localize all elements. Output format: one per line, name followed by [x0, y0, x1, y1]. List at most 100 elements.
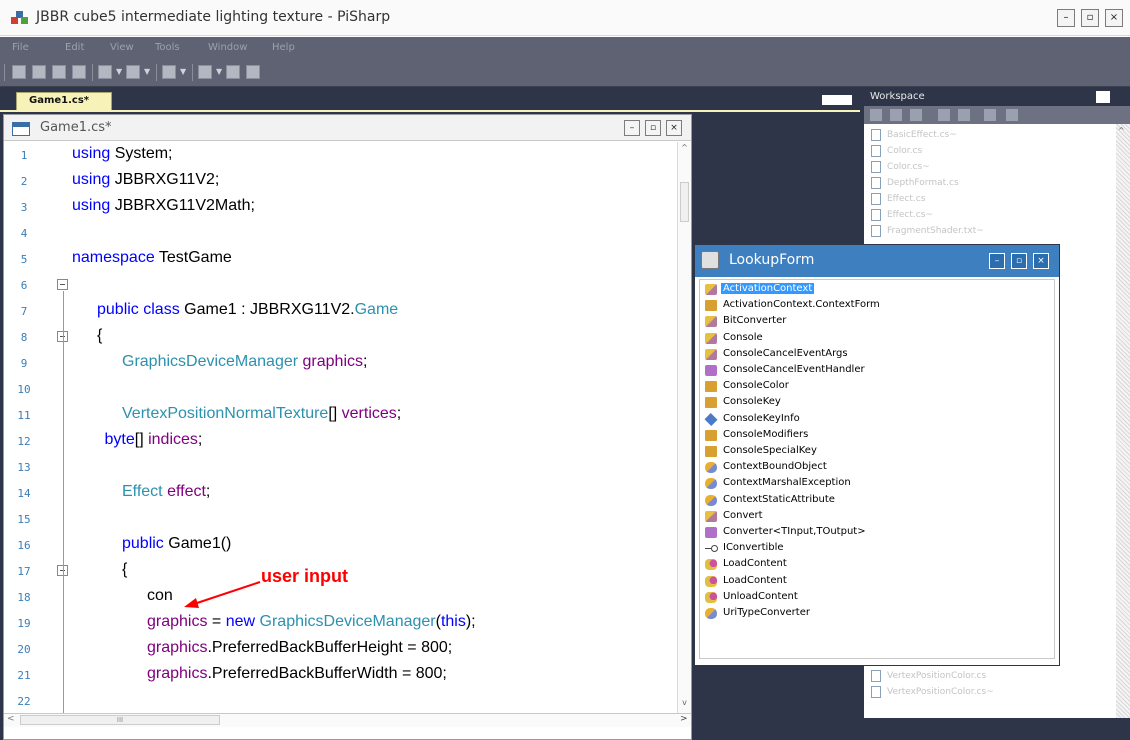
debug-icon[interactable] [162, 65, 176, 79]
folder-icon[interactable] [910, 109, 922, 121]
view-code-icon[interactable] [958, 109, 970, 121]
code-line[interactable]: 4 [4, 220, 677, 246]
editor-vscroll-thumb[interactable] [680, 182, 689, 222]
lookup-item[interactable]: ConsoleCancelEventHandler [703, 363, 1053, 379]
code-line[interactable]: 11 VertexPositionNormalTexture[] vertices… [4, 402, 677, 428]
lookup-item[interactable]: ContextMarshalException [703, 476, 1053, 492]
code-line[interactable]: 20 graphics.PreferredBackBufferHeight = 8… [4, 636, 677, 662]
menu-tools[interactable]: Tools [155, 42, 180, 53]
code-line[interactable]: 6{ [4, 272, 677, 298]
lookup-item[interactable]: Convert [703, 509, 1053, 525]
line-number: 2 [20, 175, 28, 188]
save-all-icon[interactable] [72, 65, 86, 79]
editor-maximize-button[interactable]: ▫ [645, 120, 661, 136]
run-icon[interactable] [126, 65, 140, 79]
lookup-item[interactable]: ConsoleCancelEventArgs [703, 347, 1053, 363]
lookup-item[interactable]: ConsoleSpecialKey [703, 444, 1053, 460]
lookup-item[interactable]: ConsoleKey [703, 395, 1053, 411]
lookup-item[interactable]: Console [703, 331, 1053, 347]
open-file-icon[interactable] [32, 65, 46, 79]
lookup-item[interactable]: IConvertible [703, 541, 1053, 557]
menu-file[interactable]: File [12, 42, 29, 53]
workspace-title: Workspace [864, 88, 1130, 106]
maximize-button[interactable]: ▫ [1081, 9, 1099, 27]
build-icon[interactable] [98, 65, 112, 79]
menu-help[interactable]: Help [272, 42, 295, 53]
code-line[interactable]: 15 [4, 506, 677, 532]
workspace-close-button[interactable] [1096, 91, 1110, 103]
code-line[interactable]: 18 con [4, 584, 677, 610]
code-line[interactable]: 8{ [4, 324, 677, 350]
lookup-item[interactable]: UnloadContent [703, 590, 1053, 606]
menu-window[interactable]: Window [208, 42, 247, 53]
lookup-minimize-button[interactable]: – [989, 253, 1005, 269]
lookup-item[interactable]: ConsoleModifiers [703, 428, 1053, 444]
workspace-scrollbar[interactable]: ^ [1116, 124, 1130, 718]
help-icon[interactable] [246, 65, 260, 79]
new-file-icon[interactable] [12, 65, 26, 79]
code-line[interactable]: 13 [4, 454, 677, 480]
build-project-icon[interactable] [1006, 109, 1018, 121]
lookup-item[interactable]: LoadContent [703, 557, 1053, 573]
scroll-left-arrow-icon[interactable]: < [7, 714, 15, 724]
fold-collapse-icon[interactable] [57, 279, 68, 290]
lookup-close-button[interactable]: × [1033, 253, 1049, 269]
dropdown-arrow-icon[interactable]: ▼ [116, 67, 122, 76]
scroll-down-arrow-icon[interactable]: v [679, 698, 690, 709]
add-file-icon[interactable] [890, 109, 902, 121]
code-line[interactable]: 16 public Game1() [4, 532, 677, 558]
scroll-right-arrow-icon[interactable]: > [680, 714, 688, 724]
dropdown-arrow-icon[interactable]: ▼ [216, 67, 222, 76]
lookup-item[interactable]: ConsoleKeyInfo [703, 412, 1053, 428]
code-text: { [97, 327, 102, 345]
dropdown-arrow-icon[interactable]: ▼ [180, 67, 186, 76]
code-token: GraphicsDeviceManager [259, 613, 436, 630]
lookup-item[interactable]: ConsoleColor [703, 379, 1053, 395]
dropdown-arrow-icon[interactable]: ▼ [144, 67, 150, 76]
editor-hscroll-thumb[interactable]: III [20, 715, 220, 725]
lookup-item[interactable]: ContextStaticAttribute [703, 493, 1053, 509]
code-line[interactable]: 9 GraphicsDeviceManager graphics; [4, 350, 677, 376]
code-line[interactable]: 7 public class Game1 : JBBRXG11V2.Game [4, 298, 677, 324]
editor-minimize-button[interactable]: – [624, 120, 640, 136]
menu-view[interactable]: View [110, 42, 134, 53]
code-token: ; [396, 405, 402, 422]
menu-edit[interactable]: Edit [65, 42, 84, 53]
minimize-button[interactable]: – [1057, 9, 1075, 27]
scroll-up-arrow-icon[interactable]: ^ [679, 143, 690, 154]
code-line[interactable]: 12 byte[] indices; [4, 428, 677, 454]
code-line[interactable]: 21 graphics.PreferredBackBufferWidth = 80… [4, 662, 677, 688]
refresh-icon[interactable] [870, 109, 882, 121]
scroll-up-arrow-icon[interactable]: ^ [1118, 126, 1125, 135]
settings-icon[interactable] [226, 65, 240, 79]
lookup-item[interactable]: Converter<TInput,TOutput> [703, 525, 1053, 541]
window-layout-icon[interactable] [198, 65, 212, 79]
lookup-maximize-button[interactable]: ▫ [1011, 253, 1027, 269]
tab-game1-cs[interactable]: Game1.cs* [16, 92, 112, 110]
save-icon[interactable] [52, 65, 66, 79]
code-line[interactable]: 10 [4, 376, 677, 402]
lookup-item[interactable]: UriTypeConverter [703, 606, 1053, 622]
editor-vertical-scrollbar[interactable]: ^ v [677, 142, 691, 713]
code-line[interactable]: 22 [4, 688, 677, 713]
close-button[interactable]: × [1105, 9, 1123, 27]
code-line[interactable]: 1 using System; [4, 142, 677, 168]
code-line[interactable]: 14 Effect effect; [4, 480, 677, 506]
view-designer-icon[interactable] [984, 109, 996, 121]
code-line[interactable]: 19 graphics = new GraphicsDeviceManager(t… [4, 610, 677, 636]
properties-icon[interactable] [938, 109, 950, 121]
code-line[interactable]: 2 using JBBRXG11V2; [4, 168, 677, 194]
code-text-area[interactable]: 1 using System; 2 using JBBRXG11V2; 3 using J… [4, 142, 677, 713]
code-line[interactable]: 5 namespace TestGame [4, 246, 677, 272]
lookup-suggestion-list[interactable]: ActivationContext ActivationContext.Conte… [699, 279, 1055, 659]
lookup-item[interactable]: ActivationContext.ContextForm [703, 298, 1053, 314]
editor-horizontal-scrollbar[interactable]: < III > [4, 713, 691, 727]
editor-close-button[interactable]: × [666, 120, 682, 136]
toolbar-separator [156, 64, 157, 81]
lookup-item[interactable]: LoadContent [703, 574, 1053, 590]
lookup-item[interactable]: BitConverter [703, 314, 1053, 330]
code-line[interactable]: 3 using JBBRXG11V2Math; [4, 194, 677, 220]
lookup-item[interactable]: ActivationContext [703, 282, 1053, 298]
lookup-item[interactable]: ContextBoundObject [703, 460, 1053, 476]
editor-title: Game1.cs* [40, 120, 112, 135]
